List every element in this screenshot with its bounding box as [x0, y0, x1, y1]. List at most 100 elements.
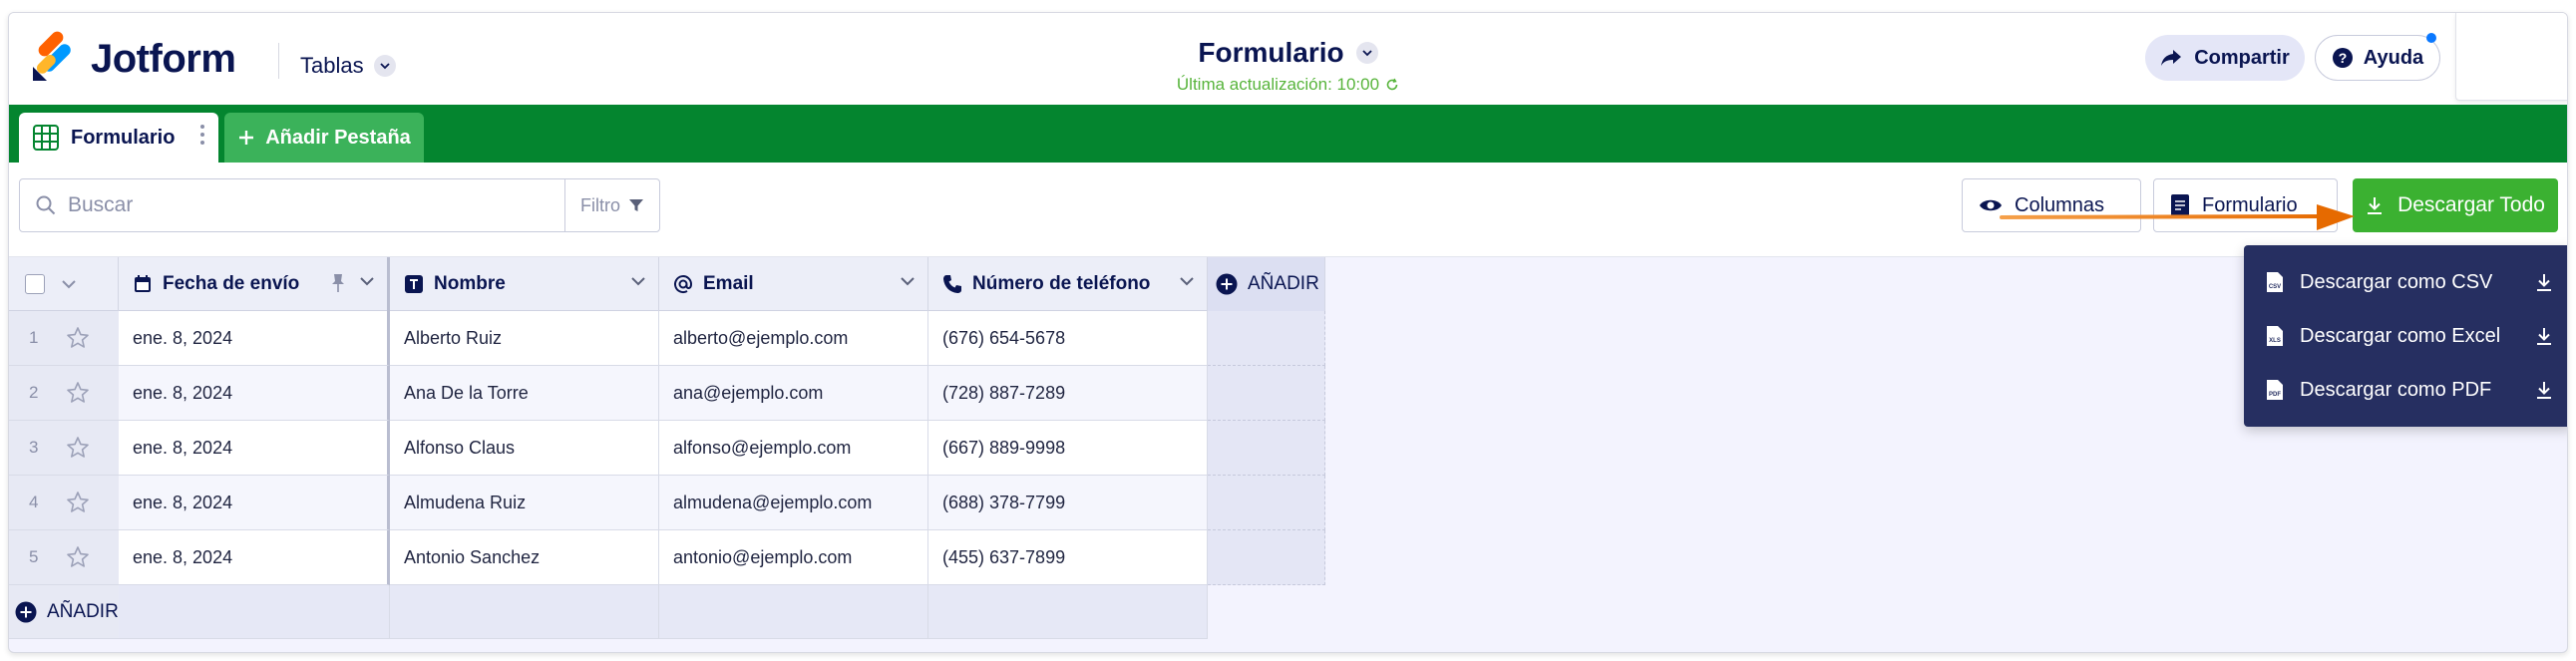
table-cell-nombre[interactable]: Alfonso Claus: [390, 421, 659, 476]
plus-circle-icon: [1216, 273, 1238, 295]
data-table: Fecha de envío Nombre Email Número de te…: [9, 257, 1325, 639]
row-number: 4: [29, 493, 39, 511]
table-cell-telefono[interactable]: (676) 654-5678: [928, 311, 1208, 366]
add-tab-button[interactable]: Añadir Pestaña: [224, 113, 424, 163]
search-box: [19, 178, 565, 232]
table-cell-fecha[interactable]: ene. 8, 2024: [119, 311, 390, 366]
tab-formulario[interactable]: Formulario: [19, 113, 218, 163]
menu-item-label: Descargar como CSV: [2300, 270, 2493, 293]
select-all-checkbox[interactable]: [25, 274, 45, 294]
row-number: 3: [29, 438, 39, 457]
star-icon[interactable]: [66, 381, 90, 405]
column-label: Número de teléfono: [972, 273, 1151, 294]
add-tab-label: Añadir Pestaña: [265, 126, 411, 149]
filter-label: Filtro: [580, 194, 620, 215]
add-column-button[interactable]: AÑADIR: [1208, 257, 1325, 311]
download-pdf-item[interactable]: PDF Descargar como PDF: [2244, 363, 2567, 417]
add-column-empty-cell: [1208, 530, 1325, 585]
column-header-telefono[interactable]: Número de teléfono: [928, 257, 1208, 311]
chevron-down-icon[interactable]: [1179, 275, 1195, 287]
more-vertical-icon[interactable]: [200, 125, 204, 145]
account-avatar-area[interactable]: [2455, 13, 2567, 101]
chevron-down-icon[interactable]: [359, 275, 375, 287]
star-icon[interactable]: [66, 491, 90, 514]
table-cell-email[interactable]: ana@ejemplo.com: [659, 366, 928, 421]
row-number: 2: [29, 383, 39, 402]
row-number-cell: 5: [9, 530, 119, 585]
download-menu: CSV Descargar como CSV XLS Descargar com…: [2244, 245, 2567, 427]
star-icon[interactable]: [66, 436, 90, 460]
download-icon: [2537, 328, 2551, 345]
table-grid-icon: [33, 125, 59, 151]
search-input[interactable]: [68, 193, 547, 217]
share-icon: [2161, 50, 2182, 66]
table-cell-email[interactable]: alberto@ejemplo.com: [659, 311, 928, 366]
app-window: Jotform Tablas Formulario Última actuali…: [8, 12, 2568, 653]
chevron-down-icon[interactable]: [900, 275, 916, 287]
svg-text:?: ?: [2339, 50, 2348, 66]
refresh-icon[interactable]: [1385, 78, 1399, 92]
text-field-icon: [405, 275, 423, 293]
download-excel-item[interactable]: XLS Descargar como Excel: [2244, 309, 2567, 363]
table-header-row: Fecha de envío Nombre Email Número de te…: [9, 257, 1325, 311]
row-number-cell: 2: [9, 366, 119, 421]
add-row-label: AÑADIR: [47, 600, 119, 622]
add-column-empty-cell: [1208, 366, 1325, 421]
column-label: Email: [703, 273, 754, 294]
csv-file-icon: CSV: [2267, 272, 2283, 292]
table-cell-email[interactable]: antonio@ejemplo.com: [659, 530, 928, 585]
table-cell-nombre[interactable]: Ana De la Torre: [390, 366, 659, 421]
column-label: Nombre: [434, 273, 506, 294]
chevron-down-icon[interactable]: [630, 275, 646, 287]
table-cell-telefono[interactable]: (667) 889-9998: [928, 421, 1208, 476]
help-label: Ayuda: [2363, 46, 2424, 69]
filter-button[interactable]: Filtro: [564, 178, 660, 232]
star-icon[interactable]: [66, 326, 90, 350]
share-label: Compartir: [2194, 46, 2290, 69]
svg-text:PDF: PDF: [2269, 392, 2281, 398]
add-row-empty-cell: [390, 585, 659, 639]
add-column-empty-cell: [1208, 476, 1325, 530]
select-all-cell: [9, 257, 119, 311]
table-cell-nombre[interactable]: Antonio Sanchez: [390, 530, 659, 585]
search-icon: [36, 195, 56, 215]
row-number: 1: [29, 328, 39, 347]
column-header-fecha[interactable]: Fecha de envío: [119, 257, 390, 311]
add-row-empty-cell: [659, 585, 928, 639]
tab-label: Formulario: [71, 126, 176, 149]
add-column-empty-cell: [1208, 311, 1325, 366]
plus-circle-icon: [15, 601, 37, 622]
chevron-down-icon[interactable]: [61, 278, 77, 290]
table-cell-telefono[interactable]: (455) 637-7899: [928, 530, 1208, 585]
download-all-label: Descargar Todo: [2397, 193, 2545, 216]
column-header-email[interactable]: Email: [659, 257, 928, 311]
download-all-button[interactable]: Descargar Todo: [2353, 178, 2558, 232]
table-cell-email[interactable]: almudena@ejemplo.com: [659, 476, 928, 530]
download-icon: [2537, 274, 2551, 291]
row-number-cell: 3: [9, 421, 119, 476]
row-number-cell: 1: [9, 311, 119, 366]
add-row-button[interactable]: AÑADIR: [9, 585, 119, 639]
form-title-button[interactable]: Formulario: [1198, 37, 1378, 69]
pin-icon[interactable]: [331, 273, 345, 293]
table-cell-email[interactable]: alfonso@ejemplo.com: [659, 421, 928, 476]
plus-icon: [239, 131, 254, 145]
table-cell-fecha[interactable]: ene. 8, 2024: [119, 530, 390, 585]
table-cell-fecha[interactable]: ene. 8, 2024: [119, 366, 390, 421]
table-cell-telefono[interactable]: (728) 887-7289: [928, 366, 1208, 421]
share-button[interactable]: Compartir: [2145, 35, 2305, 81]
table-cell-fecha[interactable]: ene. 8, 2024: [119, 476, 390, 530]
table-cell-nombre[interactable]: Alberto Ruiz: [390, 311, 659, 366]
notification-dot: [2426, 33, 2436, 43]
table-cell-telefono[interactable]: (688) 378-7799: [928, 476, 1208, 530]
help-button[interactable]: ? Ayuda: [2315, 35, 2440, 81]
annotation-arrow-icon: [2000, 204, 2355, 230]
menu-item-label: Descargar como PDF: [2300, 378, 2492, 401]
table-cell-fecha[interactable]: ene. 8, 2024: [119, 421, 390, 476]
download-csv-item[interactable]: CSV Descargar como CSV: [2244, 255, 2567, 309]
chevron-down-icon: [1355, 42, 1378, 64]
column-header-nombre[interactable]: Nombre: [390, 257, 659, 311]
table-cell-nombre[interactable]: Almudena Ruiz: [390, 476, 659, 530]
star-icon[interactable]: [66, 545, 90, 569]
add-row-empty-cell: [119, 585, 390, 639]
